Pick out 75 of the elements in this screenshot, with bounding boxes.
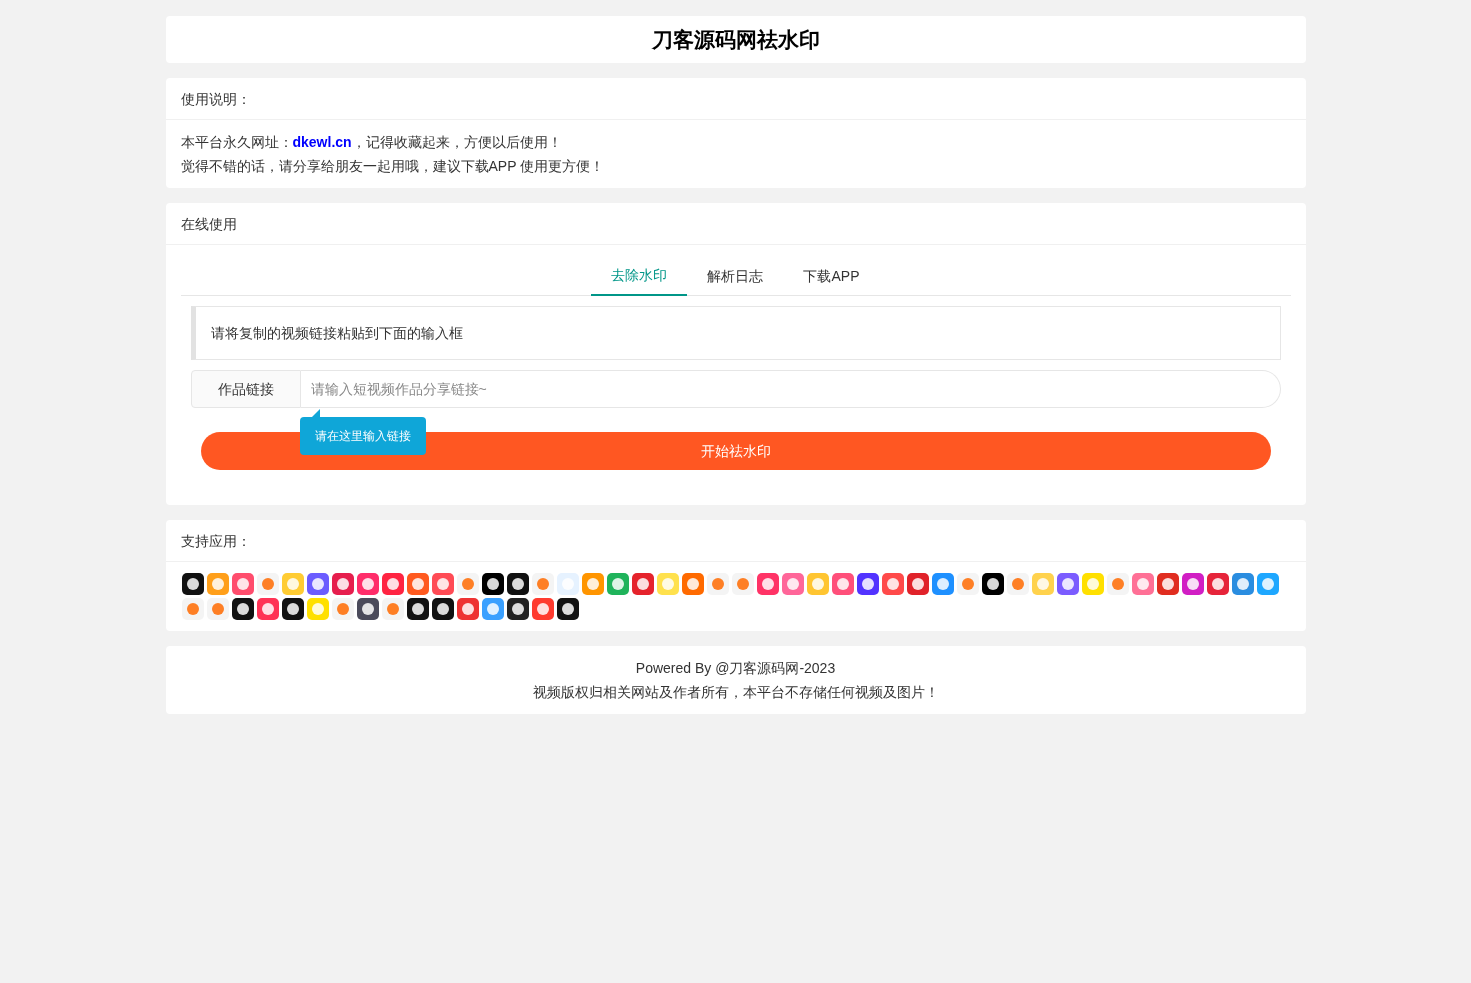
app-logo-icon (455, 597, 480, 621)
app-logo-icon (330, 572, 355, 596)
app-logo-icon (605, 572, 630, 596)
app-logo-icon (530, 597, 555, 621)
app-logo-icon (755, 572, 780, 596)
app-logo-icon (1105, 572, 1130, 596)
app-logo-icon (730, 572, 755, 596)
app-logo-icon (555, 597, 580, 621)
app-logo-icon (230, 572, 255, 596)
app-logo-icon (230, 597, 255, 621)
app-logo-icon (855, 572, 880, 596)
tab[interactable]: 下载APP (783, 255, 880, 296)
app-logo-icon (455, 572, 480, 596)
app-logo-icon (1230, 572, 1255, 596)
section-heading: 支持应用： (180, 531, 251, 551)
app-logo-icon (205, 597, 230, 621)
app-logo-icon (530, 572, 555, 596)
app-logo-icon (405, 597, 430, 621)
app-logo-icon (205, 572, 230, 596)
app-logo-icon (305, 572, 330, 596)
app-logo-icon (380, 572, 405, 596)
app-logo-icon (705, 572, 730, 596)
app-logo-icon (555, 572, 580, 596)
footer-text: Powered By @刀客源码网-2023 (635, 659, 836, 678)
app-logo-icon (430, 597, 455, 621)
app-logo-icon (1005, 572, 1030, 596)
app-logo-icon (630, 572, 655, 596)
app-logo-icon (305, 597, 330, 621)
app-logo-icon (280, 572, 305, 596)
section-heading: 在线使用 (180, 214, 237, 234)
app-logo-icon (1055, 572, 1080, 596)
app-logo-icon (1030, 572, 1055, 596)
app-logo-icon (1255, 572, 1280, 596)
app-logo-icon (780, 572, 805, 596)
footer-text: 视频版权归相关网站及作者所有，本平台不存储任何视频及图片！ (532, 683, 939, 702)
app-logo-icon (480, 597, 505, 621)
field-label: 作品链接 (190, 370, 301, 408)
app-logo-icon (680, 572, 705, 596)
tab[interactable]: 解析日志 (687, 255, 784, 296)
app-logo-icon (955, 572, 980, 596)
app-logo-icon (880, 572, 905, 596)
app-logo-icon (1180, 572, 1205, 596)
app-logo-icon (1205, 572, 1230, 596)
page-title: 刀客源码网祛水印 (651, 26, 820, 53)
app-logo-icon (330, 597, 355, 621)
app-logo-icon (180, 597, 205, 621)
notice-text: 请将复制的视频链接粘贴到下面的输入框 (210, 324, 463, 343)
instruction-text: 觉得不错的话，请分享给朋友一起用哦，建议下载APP 使用更方便！ (180, 157, 606, 176)
app-logo-icon (805, 572, 830, 596)
instruction-text: 本平台永久网址：dkewl.cn，记得收藏起来，方便以后使用！ (180, 133, 563, 152)
input-field[interactable]: 请输入短视频作品分享链接~ (300, 370, 1281, 408)
app-logo-icon (1080, 572, 1105, 596)
section-heading: 使用说明： (180, 89, 251, 109)
app-logo-icon (255, 597, 280, 621)
app-logo-icon (505, 572, 530, 596)
app-logo-icon (355, 597, 380, 621)
app-logo-icon (405, 572, 430, 596)
app-logo-icon (280, 597, 305, 621)
app-logo-icon (430, 572, 455, 596)
app-logo-icon (480, 572, 505, 596)
app-logo-icon (930, 572, 955, 596)
app-logo-icon (980, 572, 1005, 596)
app-logo-icon (580, 572, 605, 596)
app-logo-icon (830, 572, 855, 596)
app-logo-icon (180, 572, 205, 596)
tab[interactable]: 去除水印 (591, 255, 688, 296)
app-logo-icon (655, 572, 680, 596)
app-logo-icon (380, 597, 405, 621)
tooltip: 请在这里输入链接 (299, 417, 426, 455)
app-logo-icon (355, 572, 380, 596)
app-logo-icon (1130, 572, 1155, 596)
app-logo-icon (905, 572, 930, 596)
app-logo-icon (505, 597, 530, 621)
app-logo-icon (255, 572, 280, 596)
app-logo-icon (1155, 572, 1180, 596)
